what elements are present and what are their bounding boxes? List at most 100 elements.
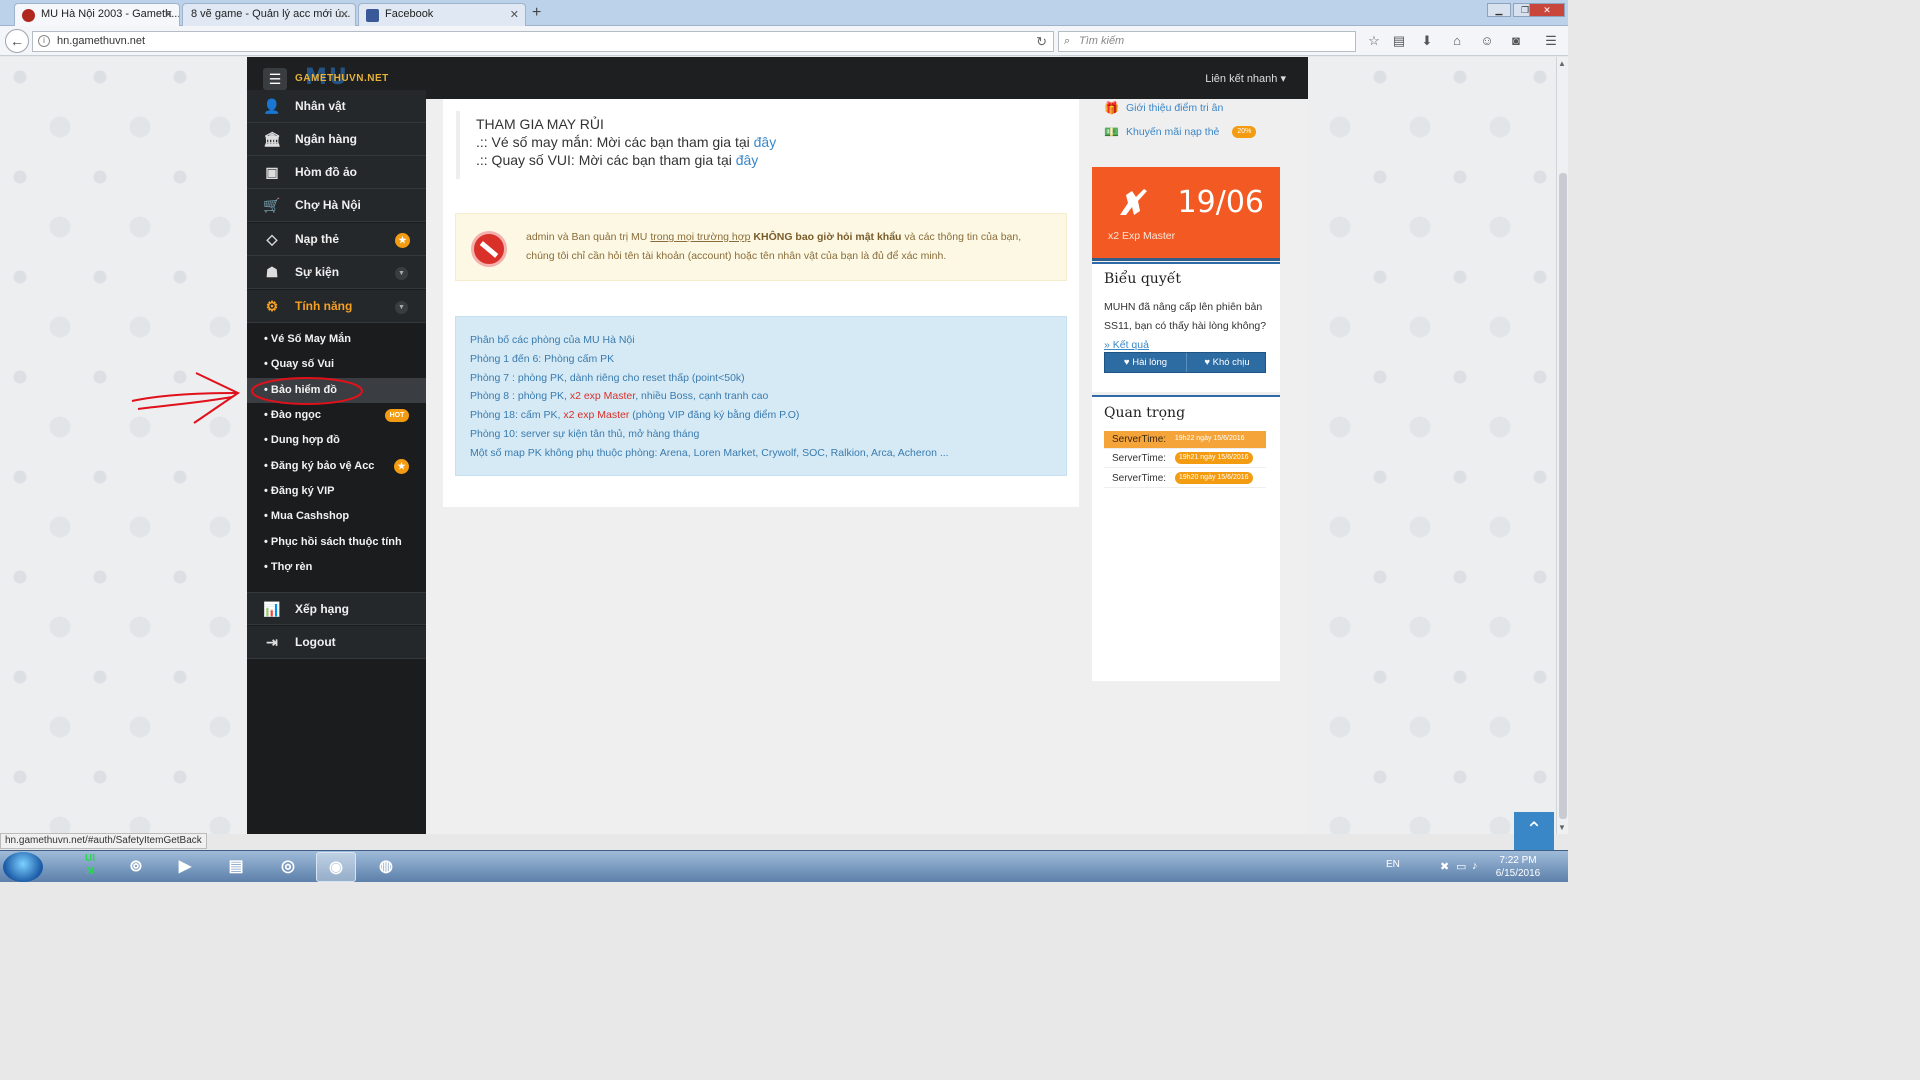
new-tab-button[interactable]: + (532, 4, 541, 22)
event-date: 19/06 (1177, 185, 1264, 220)
close-tab-icon[interactable]: ✕ (164, 8, 173, 21)
media-player-icon[interactable]: ▶ (165, 852, 205, 882)
submenu-item-label: • Đăng ký bảo vệ Acc (264, 460, 375, 472)
firefox-icon[interactable]: ◉ (316, 852, 356, 882)
sidebar-item-nap-the[interactable]: ◇ Nạp thẻ ★ (247, 223, 426, 256)
file-explorer-icon[interactable]: ▤ (216, 852, 256, 882)
scrollbar-thumb[interactable] (1559, 173, 1567, 819)
quick-link-dropdown[interactable]: Liên kết nhanh ▾ (1205, 72, 1286, 85)
sidebar-item-nhan-vat[interactable]: 👤 Nhân vật (247, 90, 426, 123)
chat-icon[interactable]: ☺ (1479, 33, 1495, 49)
mu-game-icon[interactable]: ◍ (366, 852, 406, 882)
sidebar-item-xep-hang[interactable]: 📊 Xếp hạng (247, 592, 426, 625)
submenu-item-dang-ky-vip[interactable]: • Đăng ký VIP (247, 479, 426, 504)
important-panel: Quan trọng ServerTime: 19h22 ngày 15/6/2… (1092, 395, 1280, 681)
sidebar-item-logout[interactable]: ⇥ Logout (247, 626, 426, 659)
home-icon[interactable]: ⌂ (1449, 33, 1465, 49)
clock[interactable]: 7:22 PM 6/15/2016 (1488, 854, 1548, 880)
event-tile[interactable]: 19/06 x2 Exp Master (1092, 167, 1280, 261)
submenu-item-dung-hop-do[interactable]: • Dung hợp đồ (247, 428, 426, 453)
submenu-item-ve-so-may-man[interactable]: • Vé Số May Mắn (247, 327, 426, 352)
submenu-item-bao-hiem-do[interactable]: • Bảo hiểm đồ (247, 378, 426, 403)
bank-icon: 🏛 (263, 131, 281, 147)
scroll-down-icon[interactable]: ▼ (1558, 823, 1566, 832)
box-icon: ▣ (265, 164, 279, 180)
start-button[interactable] (3, 852, 43, 882)
network-error-icon[interactable]: ✖ (1440, 860, 1449, 873)
info-text: (phòng VIP đăng ký bằng điểm P.O) (629, 409, 800, 422)
tab-quan-ly-acc[interactable]: 8 vẽ game - Quản lý acc mới ú... ✕ (182, 3, 356, 26)
satisfied-button[interactable]: ♥ Hài lòng (1105, 353, 1186, 372)
submenu-item-mua-cashshop[interactable]: • Mua Cashshop (247, 504, 426, 529)
info-icon[interactable]: i (38, 35, 50, 47)
tab-label: 8 vẽ game - Quản lý acc mới ú... (191, 8, 351, 20)
info-text: , nhiều Boss, cạnh tranh cao (635, 390, 769, 403)
back-to-top-button[interactable]: ⌃ (1514, 812, 1554, 850)
sidebar-item-label: Hòm đồ ảo (295, 165, 357, 179)
browser-nav-bar: ← i hn.gamethuvn.net ↻ ⌕ Tìm kiếm ☆ ▤ ⬇ … (0, 26, 1568, 56)
submenu-item-phuc-hoi-sach[interactable]: • Phục hồi sách thuộc tính (247, 530, 426, 555)
reading-list-icon[interactable]: ▤ (1391, 33, 1407, 49)
sidebar-item-label: Sự kiện (295, 265, 340, 279)
submenu-item-quay-so-vui[interactable]: • Quay số Vui (247, 352, 426, 377)
poll-result-link[interactable]: » Kết quả (1104, 339, 1149, 351)
lottery-link[interactable]: đây (754, 134, 777, 150)
site-container: ☰ MU GAMETHUVN.NET Liên kết nhanh ▾ 👤 Nh… (247, 57, 1308, 834)
unikey-icon[interactable]: UI N (70, 852, 110, 882)
volume-icon[interactable]: ♪ (1472, 860, 1478, 872)
battery-icon[interactable]: ▭ (1456, 860, 1466, 873)
submenu-item-tho-ren[interactable]: • Thợ rèn (247, 555, 426, 580)
info-highlight: x2 exp Master (563, 409, 630, 422)
server-time-value: 19h20 ngày 15/6/2016 (1174, 472, 1253, 485)
server-time-row: ServerTime: 19h22 ngày 15/6/2016 (1104, 431, 1266, 449)
close-window-button[interactable]: ✕ (1529, 3, 1565, 17)
scroll-up-icon[interactable]: ▲ (1558, 59, 1566, 68)
sidebar-item-tinh-nang[interactable]: ⚙ Tính năng ▼ (247, 290, 426, 323)
search-input[interactable]: ⌕ Tìm kiếm (1058, 31, 1356, 52)
warning-message: admin và Ban quản trị MU trong mọi trườn… (526, 228, 1066, 266)
info-line: Phân bố các phòng của MU Hà Nội (470, 334, 635, 346)
gratitude-link[interactable]: 🎁 Giới thiệu điểm tri ân (1104, 101, 1224, 115)
close-tab-icon[interactable]: ✕ (510, 8, 519, 21)
language-indicator[interactable]: EN (1386, 859, 1400, 870)
info-text: Phòng 8 : phòng PK, (470, 390, 570, 403)
important-title: Quan trọng (1104, 405, 1186, 421)
download-icon[interactable]: ⬇ (1419, 33, 1435, 49)
sidebar-item-ngan-hang[interactable]: 🏛 Ngân hàng (247, 123, 426, 156)
bookmark-star-icon[interactable]: ☆ (1366, 33, 1382, 49)
url-bar[interactable]: i hn.gamethuvn.net ↻ (32, 31, 1054, 52)
tab-mu-hanoi[interactable]: MU Hà Nội 2003 - Gameth... ✕ (14, 3, 180, 26)
sidebar-item-cho-ha-noi[interactable]: 🛒 Chợ Hà Nội (247, 189, 426, 222)
security-warning-alert: admin và Ban quản trị MU trong mọi trườn… (455, 213, 1067, 281)
poll-panel: Biểu quyết MUHN đã nâng cấp lên phiên bả… (1092, 262, 1280, 392)
pocket-icon[interactable]: ◙ (1508, 33, 1524, 49)
gratitude-link-label: Giới thiệu điểm tri ân (1126, 102, 1224, 114)
reload-icon[interactable]: ↻ (1036, 32, 1047, 51)
garena-icon[interactable]: ◎ (268, 852, 308, 882)
submenu-item-dang-ky-bao-ve-acc[interactable]: • Đăng ký bảo vệ Acc ★ (247, 454, 426, 479)
tab-facebook[interactable]: Facebook ✕ (358, 3, 526, 26)
minimize-button[interactable]: ▁ (1487, 3, 1511, 17)
main-content: THAM GIA MAY RỦI .:: Vé số may mắn: Mời … (443, 99, 1079, 507)
back-button[interactable]: ← (5, 29, 29, 53)
menu-icon[interactable]: ☰ (1543, 33, 1559, 49)
page-scrollbar[interactable]: ▲ ▼ (1556, 57, 1568, 834)
unsatisfied-button[interactable]: ♥ Khó chịu (1186, 353, 1267, 372)
spin-link[interactable]: đây (736, 152, 759, 168)
game-app-icon[interactable]: ⊚ (116, 852, 156, 882)
cart-icon: 🛒 (263, 197, 281, 213)
close-tab-icon[interactable]: ✕ (340, 8, 349, 21)
submenu-item-label: • Dung hợp đồ (264, 434, 340, 446)
promo-percent-badge: 20% (1232, 126, 1257, 139)
submenu-item-dao-ngoc[interactable]: • Đào ngọc HOT (247, 403, 426, 428)
sidebar-item-hom-do-ao[interactable]: ▣ Hòm đồ ảo (247, 156, 426, 189)
chevron-down-icon: ▼ (395, 301, 408, 314)
sidebar-item-label: Tính năng (295, 299, 353, 313)
join-title: THAM GIA MAY RỦI (476, 116, 604, 132)
star-badge-icon: ★ (394, 459, 409, 474)
hamburger-menu-button[interactable]: ☰ (263, 68, 287, 90)
event-label: x2 Exp Master (1108, 230, 1176, 242)
site-logo[interactable]: MU GAMETHUVN.NET (295, 65, 395, 91)
card-promo-link[interactable]: 💵 Khuyến mãi nạp thẻ 20% (1104, 125, 1257, 139)
sidebar-item-su-kien[interactable]: ☗ Sự kiện ▼ (247, 256, 426, 289)
